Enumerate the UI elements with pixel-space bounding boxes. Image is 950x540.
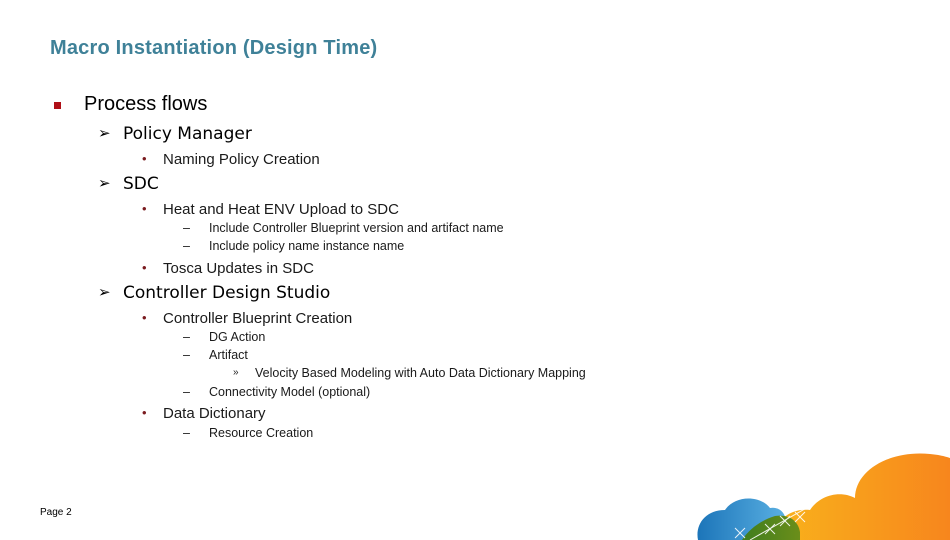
dot-bullet-icon: •: [142, 201, 147, 216]
arrow-bullet-icon: ➢: [98, 283, 111, 301]
dash-bullet-icon: –: [183, 221, 190, 235]
arrow-bullet-icon: ➢: [98, 174, 111, 192]
dash-bullet-icon: –: [183, 239, 190, 253]
bullet-text: Process flows: [84, 93, 208, 115]
subitem-text: Artifact: [209, 348, 248, 362]
subitem-text: Include policy name instance name: [209, 239, 405, 253]
item-text: Data Dictionary: [163, 405, 266, 422]
section-label: Policy Manager: [123, 124, 252, 144]
item-text: Controller Blueprint Creation: [163, 310, 353, 327]
slide-title: Macro Instantiation (Design Time): [50, 37, 378, 59]
dash-bullet-icon: –: [183, 385, 190, 399]
dot-bullet-icon: •: [142, 151, 147, 166]
dash-bullet-icon: –: [183, 330, 190, 344]
subitem-text: Include Controller Blueprint version and…: [209, 221, 504, 235]
cloud-logo-icon: [697, 453, 950, 540]
dot-bullet-icon: •: [142, 310, 147, 325]
arrow-bullet-icon: ➢: [98, 124, 111, 142]
dash-bullet-icon: –: [183, 348, 190, 362]
section-label: SDC: [123, 174, 159, 194]
square-bullet-icon: [54, 102, 61, 109]
subitem-text: DG Action: [209, 330, 266, 344]
orange-cloud: [775, 453, 950, 540]
sub-subitem-text: Velocity Based Modeling with Auto Data D…: [255, 366, 586, 380]
page-number: Page 2: [40, 507, 72, 518]
dash-bullet-icon: –: [183, 426, 190, 440]
chevron-bullet-icon: »: [233, 367, 239, 378]
subitem-text: Resource Creation: [209, 426, 314, 440]
item-text: Heat and Heat ENV Upload to SDC: [163, 201, 399, 218]
section-label: Controller Design Studio: [123, 283, 331, 303]
subitem-text: Connectivity Model (optional): [209, 385, 371, 399]
dot-bullet-icon: •: [142, 405, 147, 420]
dot-bullet-icon: •: [142, 260, 147, 275]
item-text: Tosca Updates in SDC: [163, 260, 314, 277]
item-text: Naming Policy Creation: [163, 151, 320, 168]
